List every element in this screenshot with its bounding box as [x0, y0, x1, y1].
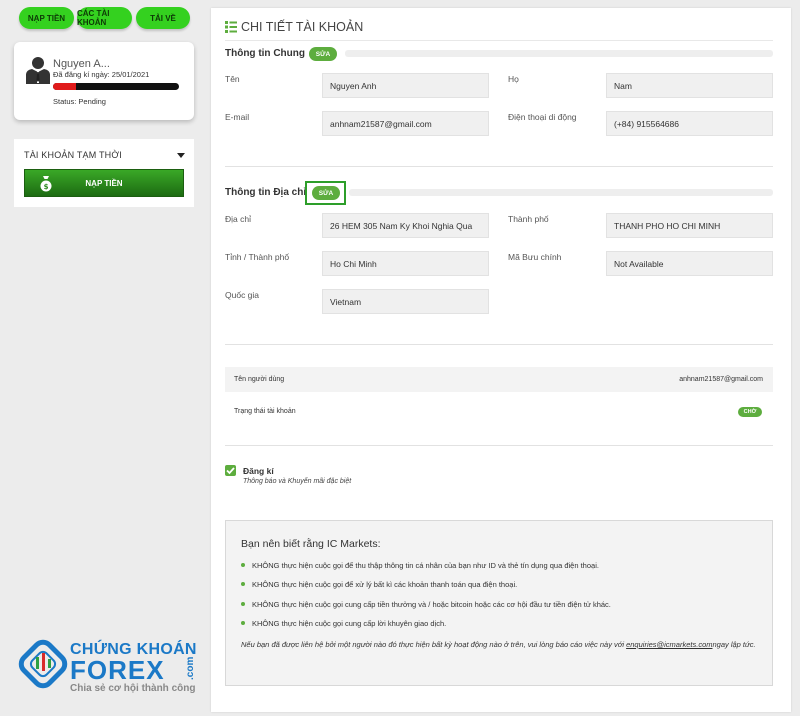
- first-name-label: Tên: [225, 74, 240, 84]
- status-badge: CHỜ: [738, 407, 762, 417]
- account-status-row: Trạng thái tài khoản CHỜ: [225, 399, 773, 424]
- notice-footer-tail: ngay lập tức.: [712, 640, 756, 649]
- registration-date: Đã đăng kí ngày: 25/01/2021: [53, 70, 150, 79]
- section-divider: [225, 166, 773, 167]
- bullet-icon: [241, 621, 245, 625]
- subscribe-sublabel: Thông báo và Khuyến mãi đặc biệt: [243, 478, 352, 485]
- notice-item: KHÔNG thực hiện cuộc gọi cung cấp lời kh…: [241, 619, 446, 628]
- notice-footer: Nếu bạn đã được liên hệ bởi một người nà…: [241, 638, 757, 651]
- section-divider: [225, 445, 773, 446]
- profile-name: Nguyen A...: [53, 58, 110, 70]
- profile-progress-bar: [53, 83, 179, 90]
- site-logo: CHỨNG KHOÁN FOREX .com Chia sẻ cơ hội th…: [18, 636, 200, 698]
- svg-text:$: $: [44, 183, 49, 191]
- deposit-top-button[interactable]: NẠP TIỀN: [19, 7, 74, 29]
- bullet-icon: [241, 563, 245, 567]
- phone-field[interactable]: (+84) 915564686: [606, 111, 773, 136]
- subscribe-checkbox[interactable]: [225, 465, 236, 476]
- edit-address-button[interactable]: SỬA: [312, 186, 340, 200]
- checkmark-icon: [226, 467, 235, 475]
- username-label: Tên người dùng: [234, 376, 285, 383]
- address-info-title: Thông tin Địa chỉ: [225, 187, 307, 198]
- province-label: Tỉnh / Thành phố: [225, 252, 290, 262]
- first-name-field[interactable]: Nguyen Anh: [322, 73, 489, 98]
- notice-item: KHÔNG thực hiện cuộc gọi cung cấp tiền t…: [241, 600, 611, 609]
- temp-account-card: TÀI KHOẢN TẠM THỜI $ NẠP TIỀN: [14, 139, 194, 207]
- account-details-panel: CHI TIẾT TÀI KHOẢN Thông tin Chung SỬA T…: [211, 8, 791, 712]
- user-avatar-icon: [26, 57, 50, 84]
- subscribe-label: Đăng kí: [243, 466, 274, 476]
- postal-field[interactable]: Not Available: [606, 251, 773, 276]
- bullet-icon: [241, 602, 245, 606]
- last-name-field[interactable]: Nam: [606, 73, 773, 98]
- username-value: anhnam21587@gmail.com: [679, 376, 763, 383]
- country-field[interactable]: Vietnam: [322, 289, 489, 314]
- download-top-button[interactable]: TẢI VỀ: [136, 7, 190, 29]
- city-label: Thành phố: [508, 214, 549, 224]
- money-bag-icon: $: [40, 176, 52, 192]
- profile-card: Nguyen A... Đã đăng kí ngày: 25/01/2021 …: [14, 42, 194, 120]
- page-title: CHI TIẾT TÀI KHOẢN: [241, 20, 364, 34]
- svg-text:.com: .com: [185, 657, 196, 680]
- accounts-top-button[interactable]: CÁC TÀI KHOẢN: [77, 7, 132, 29]
- temp-account-title: TÀI KHOẢN TẠM THỜI: [24, 150, 122, 160]
- section-rule: [345, 50, 773, 57]
- notice-item-text: KHÔNG thực hiện cuộc gọi để xử lý bất kì…: [252, 580, 518, 589]
- country-label: Quốc gia: [225, 290, 260, 300]
- notice-item: KHÔNG thực hiện cuộc gọi để xử lý bất kì…: [241, 580, 517, 589]
- logo-line-2: FOREX: [70, 655, 165, 685]
- list-icon: [225, 21, 237, 33]
- notice-item-text: KHÔNG thực hiện cuộc gọi để thu thập thô…: [252, 561, 599, 570]
- section-divider: [225, 344, 773, 345]
- notice-item-text: KHÔNG thực hiện cuộc gọi cung cấp lời kh…: [252, 619, 447, 628]
- enquiries-email-link[interactable]: enquiries@icmarkets.com: [626, 640, 712, 649]
- phone-label: Điện thoại di động: [508, 112, 577, 122]
- street-field[interactable]: 26 HEM 305 Nam Ky Khoi Nghia Qua: [322, 213, 489, 238]
- general-info-title: Thông tin Chung: [225, 48, 305, 59]
- last-name-label: Họ: [508, 74, 519, 84]
- security-notice: Bạn nên biết rằng IC Markets: KHÔNG thực…: [225, 520, 773, 686]
- email-field[interactable]: anhnam21587@gmail.com: [322, 111, 489, 136]
- title-divider: [225, 40, 773, 41]
- notice-title: Bạn nên biết rằng IC Markets:: [241, 538, 381, 550]
- postal-label: Mã Bưu chính: [508, 252, 562, 262]
- bullet-icon: [241, 582, 245, 586]
- username-row: Tên người dùng anhnam21587@gmail.com: [225, 367, 773, 392]
- province-field[interactable]: Ho Chi Minh: [322, 251, 489, 276]
- notice-footer-text: Nếu bạn đã được liên hệ bởi một người nà…: [241, 640, 624, 649]
- account-status-label: Trạng thái tài khoản: [234, 408, 296, 415]
- section-rule: [349, 189, 773, 196]
- logo-dotcom: .com: [185, 657, 196, 680]
- city-field[interactable]: THANH PHO HO CHI MINH: [606, 213, 773, 238]
- profile-status: Status: Pending: [53, 97, 106, 106]
- notice-item: KHÔNG thực hiện cuộc gọi để thu thập thô…: [241, 561, 599, 570]
- notice-item-text: KHÔNG thực hiện cuộc gọi cung cấp tiền t…: [252, 600, 611, 609]
- street-label: Địa chỉ: [225, 214, 251, 224]
- temp-deposit-label: NẠP TIỀN: [85, 178, 123, 188]
- logo-tagline: Chia sẻ cơ hội thành công: [70, 683, 196, 694]
- email-label: E-mail: [225, 112, 250, 122]
- logo-mark-icon: [18, 639, 68, 689]
- caret-down-icon[interactable]: [177, 153, 185, 158]
- edit-general-button[interactable]: SỬA: [309, 47, 337, 61]
- temp-deposit-button[interactable]: $ NẠP TIỀN: [24, 169, 184, 197]
- profile-progress-fill: [53, 83, 76, 90]
